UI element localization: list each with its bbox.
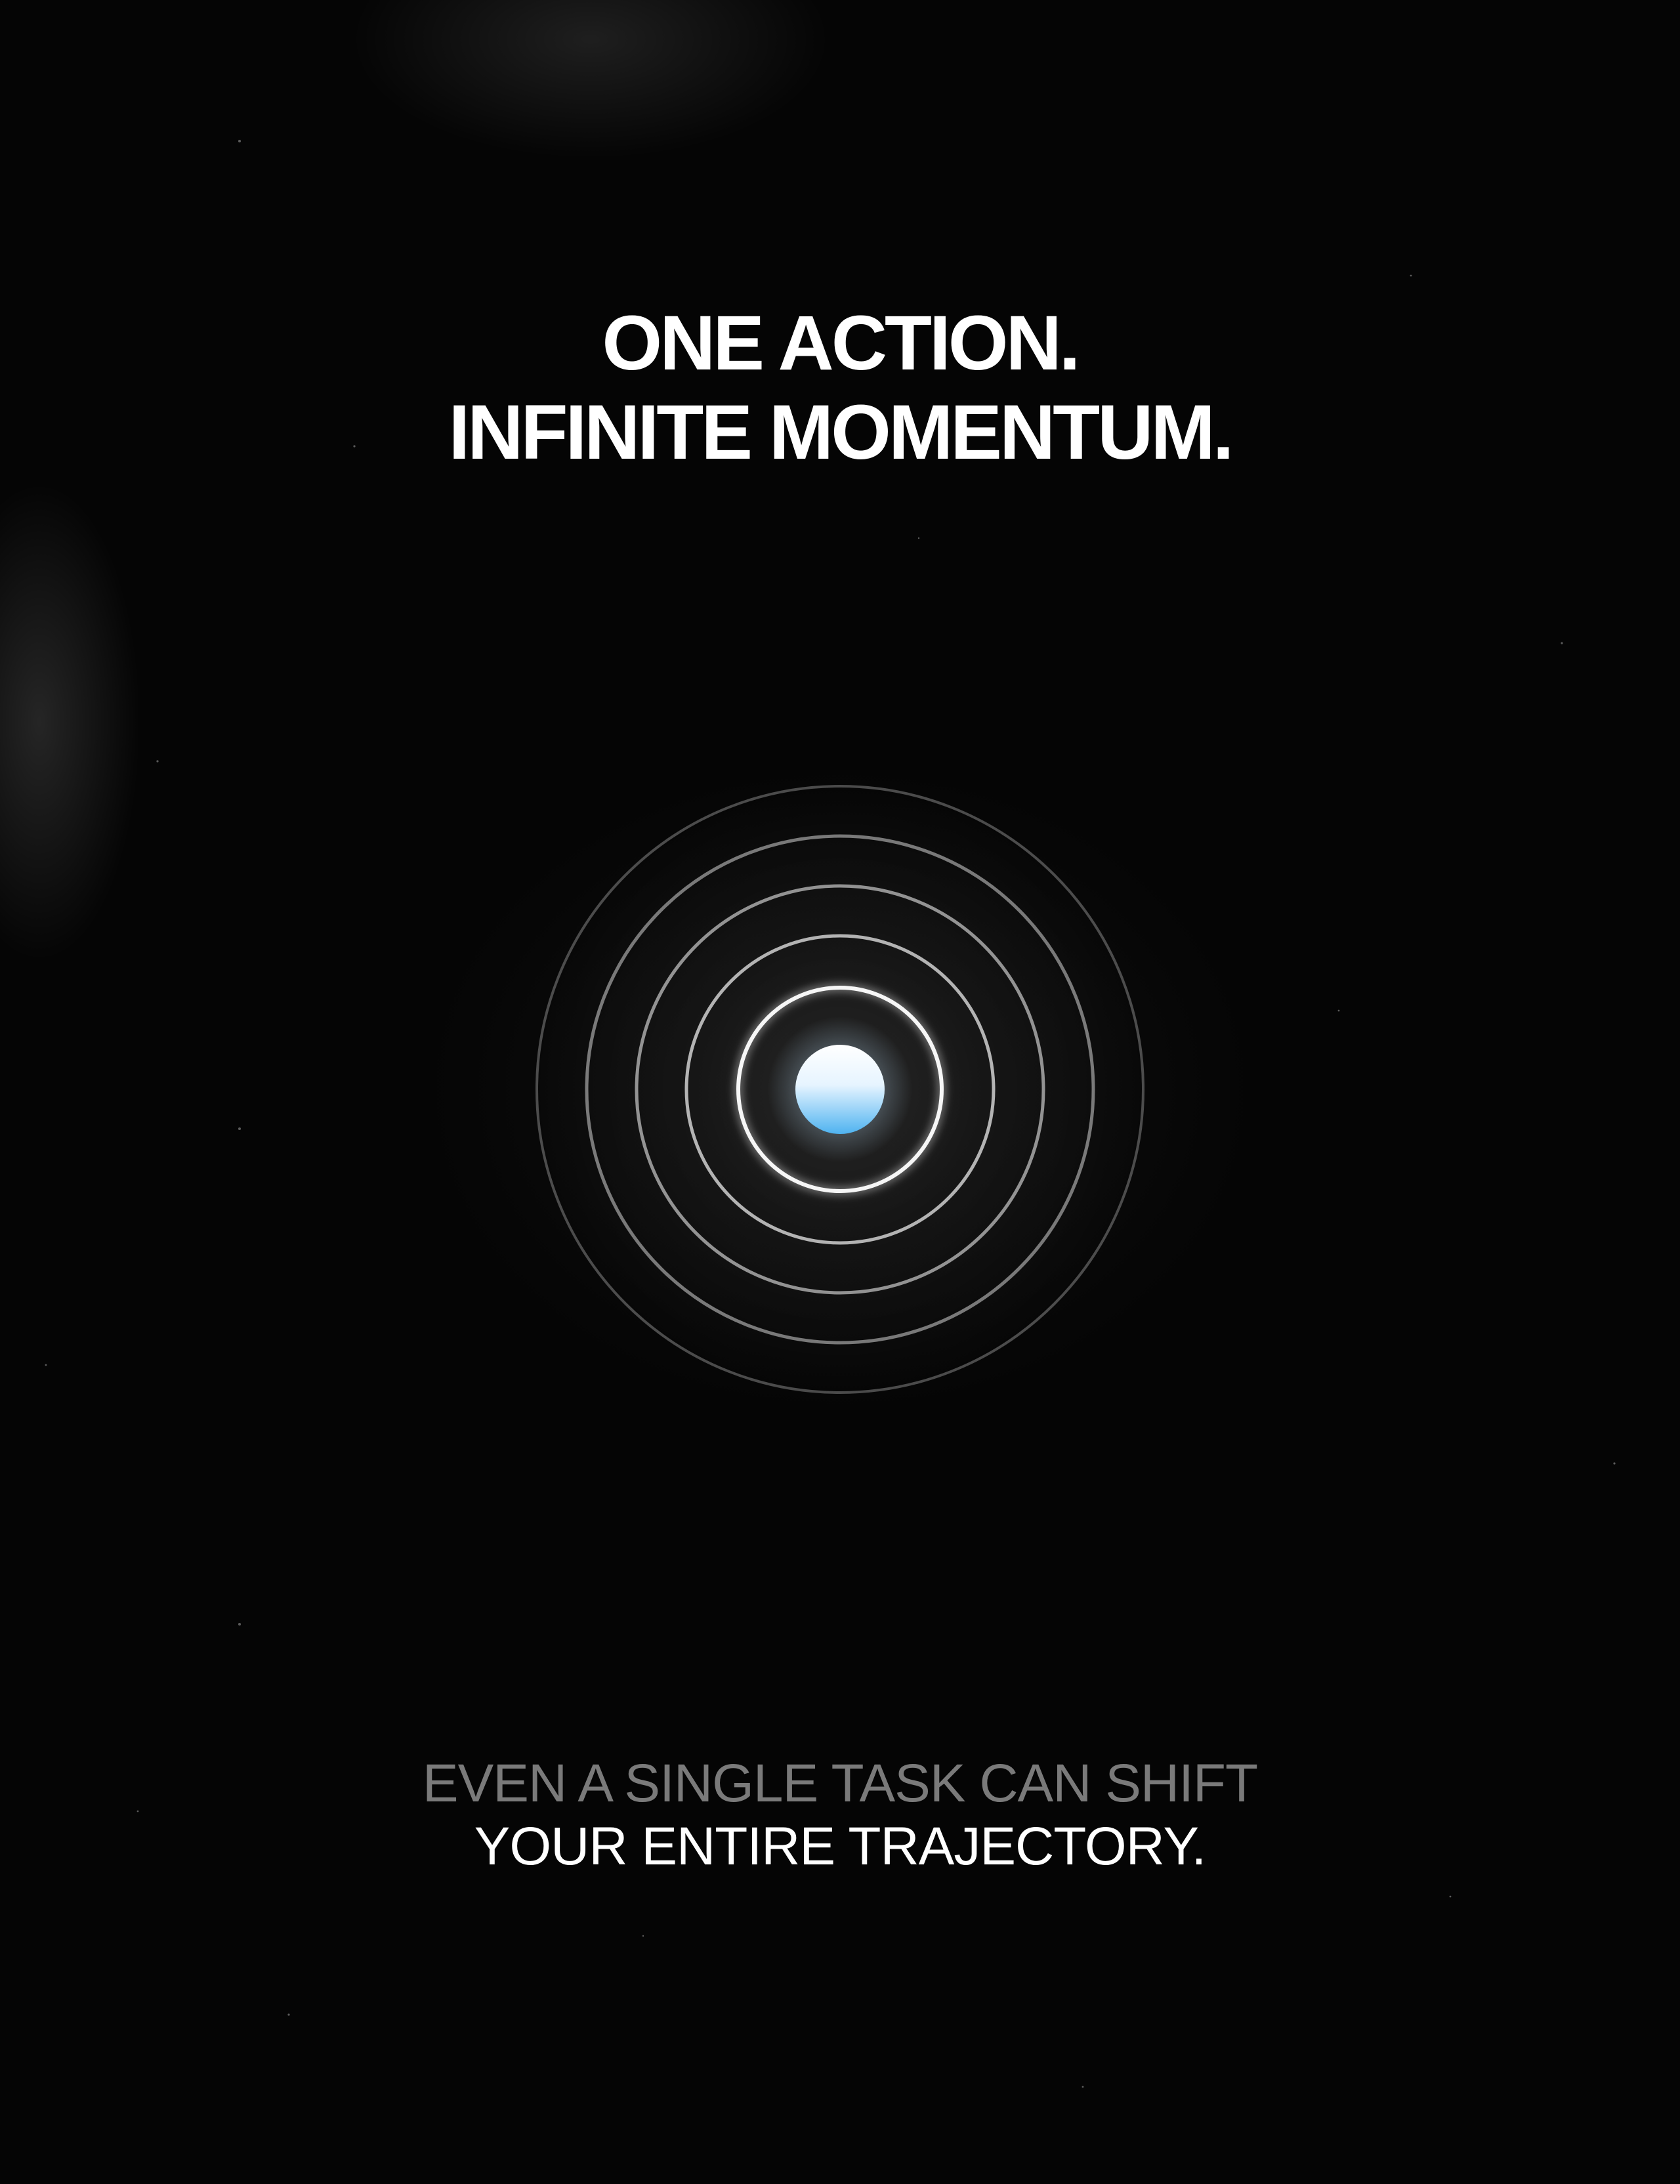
tagline-line-2: YOUR ENTIRE TRAJECTORY.: [474, 1816, 1207, 1876]
tagline: EVEN A SINGLE TASK CAN SHIFT YOUR ENTIRE…: [0, 1752, 1680, 1878]
headline-line-1: ONE ACTION.: [602, 300, 1080, 387]
headline: ONE ACTION. INFINITE MOMENTUM.: [0, 299, 1680, 477]
headline-line-2: INFINITE MOMENTUM.: [448, 389, 1234, 476]
core-dot: [795, 1045, 885, 1134]
orbit-rings-icon: [525, 774, 1155, 1404]
tagline-line-1: EVEN A SINGLE TASK CAN SHIFT: [422, 1754, 1258, 1813]
